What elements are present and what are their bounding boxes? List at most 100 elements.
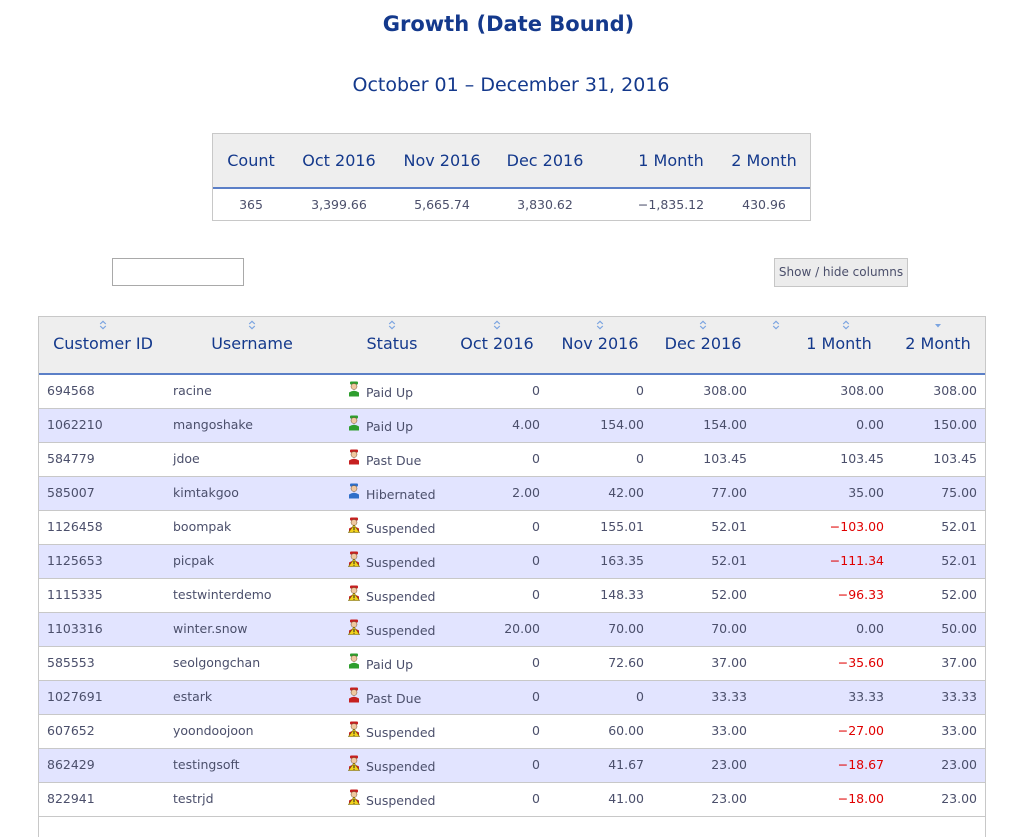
nov-2016-cell: 148.33	[600, 587, 644, 602]
2-month-cell: 23.00	[941, 757, 977, 772]
nov-2016-cell: 0	[636, 451, 644, 466]
sort-both-icon[interactable]	[842, 320, 850, 330]
column-header-nov-2016[interactable]: Nov 2016	[561, 334, 638, 353]
dec-2016-cell: 77.00	[711, 485, 747, 500]
oct-2016-cell: 0	[532, 723, 540, 738]
status-label: Suspended	[366, 724, 436, 740]
nov-2016-cell: 60.00	[608, 723, 644, 738]
oct-2016-cell: 0	[532, 519, 540, 534]
table-row[interactable]: 1125653 picpak Suspended 0 163.35 52.01 −111.3…	[39, 545, 985, 579]
column-header-status[interactable]: Status	[367, 334, 418, 353]
oct-2016-cell: 0	[532, 689, 540, 704]
status-cell: Past Due	[347, 449, 422, 468]
status-cell: Suspended	[347, 585, 435, 604]
2-month-cell: 52.01	[941, 553, 977, 568]
nov-2016-cell: 0	[636, 383, 644, 398]
oct-2016-cell: 20.00	[504, 621, 540, 636]
nov-2016-cell: 42.00	[608, 485, 644, 500]
suspended-status-icon	[347, 789, 361, 805]
table-row[interactable]: 584779 jdoe Past Due 0 0 103.45 103.45 103.45	[39, 443, 985, 477]
table-row[interactable]: 862429 testingsoft Suspended 0 41.67 23.00 −18…	[39, 749, 985, 783]
table-row[interactable]: 1103316 winter.snow Suspended 20.00 70.00 70.…	[39, 613, 985, 647]
column-header-oct-2016[interactable]: Oct 2016	[460, 334, 533, 353]
oct-2016-cell: 2.00	[512, 485, 540, 500]
table-row[interactable]: 585007 kimtakgoo Hibernated 2.00 42.00 77.00 3…	[39, 477, 985, 511]
status-cell: Suspended	[347, 619, 436, 638]
sort-both-icon[interactable]	[99, 320, 107, 330]
status-cell: Paid Up	[347, 415, 413, 434]
paid-status-icon	[349, 653, 359, 669]
sort-both-icon[interactable]	[388, 320, 396, 330]
1-month-cell: 103.45	[840, 451, 884, 466]
status-label: Suspended	[366, 520, 436, 536]
2-month-cell: 75.00	[941, 485, 977, 500]
hibernated-status-icon	[349, 483, 359, 499]
suspended-status-icon	[347, 755, 361, 771]
column-header-1-month[interactable]: 1 Month	[806, 334, 871, 353]
oct-2016-cell: 0	[532, 383, 540, 398]
oct-2016-cell: 4.00	[512, 417, 540, 432]
suspended-status-icon	[347, 551, 361, 567]
customer-id-cell: 1027691	[47, 689, 103, 704]
summary-dec: 3,830.62	[517, 197, 573, 212]
date-range: October 01 – December 31, 2016	[352, 74, 670, 96]
column-header-2-month[interactable]: 2 Month	[905, 334, 970, 353]
suspended-status-icon	[347, 585, 361, 601]
status-label: Past Due	[366, 452, 422, 468]
summary-table: Count Oct 2016 Nov 2016 Dec 2016 1 Month…	[212, 133, 811, 221]
column-header-customer-id[interactable]: Customer ID	[53, 334, 153, 353]
username-cell: testingsoft	[173, 757, 240, 772]
table-row[interactable]: 607652 yoondoojoon Suspended 0 60.00 33.00 −27…	[39, 715, 985, 749]
pastdue-status-icon	[349, 449, 359, 465]
customer-id-cell: 862429	[47, 757, 95, 772]
status-cell: Suspended	[347, 551, 435, 570]
summary-1month: −1,835.12	[637, 197, 705, 212]
status-cell: Suspended	[347, 517, 436, 536]
username-cell: testwinterdemo	[173, 587, 272, 602]
nov-2016-cell: 70.00	[608, 621, 644, 636]
summary-oct: 3,399.66	[311, 197, 367, 212]
table-row[interactable]: 1027691 estark Past Due 0 0 33.33 33.33 33.33	[39, 681, 985, 715]
column-header-dec-2016[interactable]: Dec 2016	[665, 334, 742, 353]
username-cell: yoondoojoon	[173, 723, 254, 738]
2-month-cell: 52.00	[941, 587, 977, 602]
status-label: Suspended	[366, 622, 436, 638]
oct-2016-cell: 0	[532, 553, 540, 568]
1-month-cell: −18.00	[837, 791, 884, 806]
paid-status-icon	[349, 381, 359, 397]
1-month-cell: 0.00	[856, 621, 884, 636]
table-row[interactable]: 1062210 mangoshake Paid Up 4.00 154.00 154.00…	[39, 409, 985, 443]
sort-both-icon[interactable]	[493, 320, 501, 330]
show-hide-columns-button[interactable]: Show / hide columns	[774, 258, 908, 287]
username-cell: picpak	[173, 553, 215, 568]
table-row[interactable]: 694568 racine Paid Up 0 0 308.00 308.00 308.00	[39, 375, 985, 409]
sort-desc-icon[interactable]	[934, 320, 942, 330]
customer-id-cell: 1103316	[47, 621, 103, 636]
summary-header-oct: Oct 2016	[302, 151, 376, 170]
1-month-cell: −103.00	[829, 519, 884, 534]
dec-2016-cell: 154.00	[703, 417, 747, 432]
2-month-cell: 103.45	[933, 451, 977, 466]
summary-header-1month: 1 Month	[638, 151, 704, 170]
table-row[interactable]: 822941 testrjd Suspended 0 41.00 23.00 −18.00 2…	[39, 783, 985, 817]
table-row[interactable]: 1115335 testwinterdemo Suspended 0 148.33 52.…	[39, 579, 985, 613]
status-label: Past Due	[366, 690, 422, 706]
2-month-cell: 33.33	[941, 689, 977, 704]
dec-2016-cell: 33.00	[711, 723, 747, 738]
sort-both-icon[interactable]	[699, 320, 707, 330]
table-row[interactable]: 1126458 boompak Suspended 0 155.01 52.01 −103.…	[39, 511, 985, 545]
column-header-username[interactable]: Username	[211, 334, 293, 353]
search-input[interactable]	[112, 258, 244, 286]
customer-table-header: Customer ID Username Status Oct 2016 Nov 201…	[39, 317, 985, 375]
page-title: Growth (Date Bound)	[382, 12, 635, 36]
sort-both-icon[interactable]	[772, 320, 780, 330]
table-row[interactable]: 585553 seolgongchan Paid Up 0 72.60 37.00 −35.…	[39, 647, 985, 681]
dec-2016-cell: 33.33	[711, 689, 747, 704]
sort-both-icon[interactable]	[248, 320, 256, 330]
summary-count: 365	[239, 197, 263, 212]
customer-table: Customer ID Username Status Oct 2016 Nov 201…	[38, 316, 986, 837]
status-label: Suspended	[366, 758, 436, 774]
summary-nov: 5,665.74	[414, 197, 470, 212]
suspended-status-icon	[347, 619, 361, 635]
sort-both-icon[interactable]	[596, 320, 604, 330]
